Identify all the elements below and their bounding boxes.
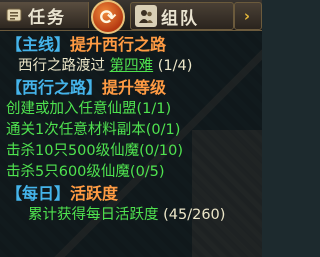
quest-main-header[interactable]: 【主线】提升西行之路 <box>6 34 258 56</box>
quest-road-title: 提升等级 <box>102 78 167 97</box>
tab-team[interactable]: 组队 <box>130 2 234 30</box>
quest-main-title: 提升西行之路 <box>70 35 167 54</box>
team-people-icon <box>135 5 157 27</box>
expand-arrow-button[interactable]: › <box>234 2 262 30</box>
quest-daily-objective[interactable]: 累计获得每日活跃度 (45/260) <box>6 205 258 226</box>
refresh-icon: ⟳ <box>99 5 117 29</box>
quest-road-tag: 【西行之路】 <box>6 78 103 97</box>
quest-road-item-progress: (1/1) <box>136 101 172 117</box>
quest-main-progress: (1/4) <box>157 58 193 74</box>
quest-main-desc: 西行之路渡过 <box>18 58 105 74</box>
quest-road-item-text: 击杀10只500级仙魔 <box>6 143 140 159</box>
tab-task-label: 任务 <box>28 7 66 28</box>
quest-daily-tag: 【每日】 <box>6 184 71 203</box>
quest-road-header[interactable]: 【西行之路】提升等级 <box>6 77 258 99</box>
quest-road-item-progress: (0/5) <box>129 164 165 180</box>
quest-daily-header[interactable]: 【每日】活跃度 <box>6 183 258 205</box>
quest-tab-bar: 任务 组队 › <box>0 0 262 31</box>
quest-road-item-progress: (0/1) <box>145 122 181 138</box>
quest-main-tag: 【主线】 <box>6 35 71 54</box>
quest-main-target-link[interactable]: 第四难 <box>110 58 154 74</box>
task-scroll-icon <box>4 5 24 25</box>
quest-daily-title: 活跃度 <box>70 184 119 203</box>
chevron-right-icon: › <box>243 7 253 25</box>
tab-team-label: 组队 <box>161 8 199 29</box>
quest-road-item-text: 通关1次任意材料副本 <box>6 122 146 138</box>
quest-road-item-text: 击杀5只600级仙魔 <box>6 164 130 180</box>
quest-daily-progress: (45/260) <box>163 207 226 223</box>
quest-road-item-text: 创建或加入任意仙盟 <box>6 101 137 117</box>
quest-road-item[interactable]: 击杀10只500级仙魔(0/10) <box>6 141 258 162</box>
quest-road-item-progress: (0/10) <box>139 143 184 159</box>
quest-road-item[interactable]: 创建或加入任意仙盟(1/1) <box>6 99 258 120</box>
quest-daily-desc: 累计获得每日活跃度 <box>28 207 159 223</box>
quest-road-item[interactable]: 通关1次任意材料副本(0/1) <box>6 120 258 141</box>
quest-road-item[interactable]: 击杀5只600级仙魔(0/5) <box>6 162 258 183</box>
refresh-button[interactable]: ⟳ <box>91 0 125 34</box>
quest-main-objective[interactable]: 西行之路渡过 第四难 (1/4) <box>6 56 258 77</box>
tab-task[interactable]: 任务 <box>0 2 89 28</box>
quest-list: 【主线】提升西行之路 西行之路渡过 第四难 (1/4) 【西行之路】提升等级 创… <box>6 34 258 226</box>
